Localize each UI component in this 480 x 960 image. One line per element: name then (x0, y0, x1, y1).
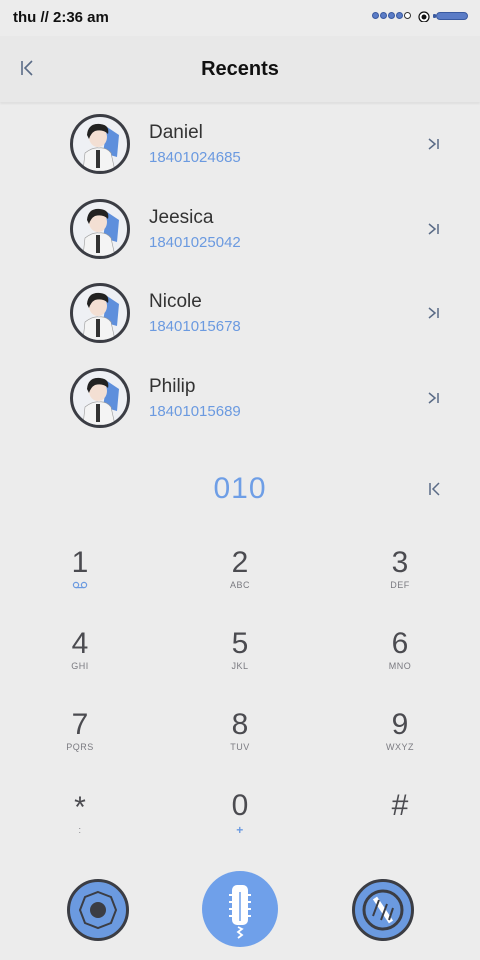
key-6[interactable]: 6 MNO (340, 628, 460, 698)
avatar (70, 368, 130, 428)
key-letters: + (236, 823, 244, 837)
contact-number: 18401024685 (149, 149, 241, 166)
call-arrow-icon[interactable] (426, 136, 442, 152)
voicemail-icon (72, 581, 88, 589)
key-digit: 8 (231, 708, 249, 741)
key-3[interactable]: 3 DEF (340, 547, 460, 617)
key-digit: 7 (71, 708, 89, 741)
battery-icon (433, 12, 468, 20)
key-letters: : (78, 825, 82, 835)
key-9[interactable]: 9 WXYZ (340, 709, 460, 779)
app-header: Recents (0, 36, 480, 102)
signal-strength-icon (372, 12, 411, 19)
no-pen-icon (362, 889, 404, 931)
page-title: Recents (201, 58, 279, 80)
microphone-button[interactable] (202, 871, 278, 947)
no-pen-button[interactable] (352, 879, 414, 941)
camera-shutter-icon (78, 890, 118, 930)
key-4[interactable]: 4 GHI (20, 628, 140, 698)
key-digit: # (391, 789, 409, 822)
call-arrow-icon[interactable] (426, 221, 442, 237)
recent-contact[interactable]: Daniel 18401024685 (0, 102, 480, 186)
key-hash[interactable]: # (340, 790, 460, 860)
key-digit: 3 (391, 546, 409, 579)
key-7[interactable]: 7 PQRS (20, 709, 140, 779)
key-star[interactable]: * : (20, 792, 140, 862)
avatar (70, 114, 130, 174)
status-time: thu // 2:36 am (13, 9, 109, 26)
avatar (70, 283, 130, 343)
key-letters: MNO (388, 661, 412, 671)
call-arrow-icon[interactable] (426, 390, 442, 406)
contact-name: Jeesica (149, 207, 214, 228)
status-bar: thu // 2:36 am (0, 0, 480, 36)
camera-shutter-button[interactable] (67, 879, 129, 941)
contact-name: Nicole (149, 291, 202, 312)
contact-number: 18401015689 (149, 403, 241, 420)
key-letters: DEF (390, 580, 410, 590)
key-1[interactable]: 1 (20, 547, 140, 617)
key-digit: 4 (71, 627, 89, 660)
key-letters: JKL (231, 661, 249, 671)
key-digit: 0 (231, 789, 249, 822)
key-letters: TUV (230, 742, 250, 752)
key-digit: 2 (231, 546, 249, 579)
key-letters: PQRS (66, 742, 94, 752)
contact-name: Daniel (149, 122, 203, 143)
avatar (70, 199, 130, 259)
contact-name: Philip (149, 376, 196, 397)
call-arrow-icon[interactable] (426, 305, 442, 321)
key-digit: 6 (391, 627, 409, 660)
contact-number: 18401025042 (149, 234, 241, 251)
recent-contact[interactable]: Nicole 18401015678 (0, 271, 480, 355)
microphone-icon (229, 885, 251, 939)
key-8[interactable]: 8 TUV (180, 709, 300, 779)
contact-number: 18401015678 (149, 318, 241, 335)
recent-contact[interactable]: Jeesica 18401025042 (0, 187, 480, 271)
key-0[interactable]: 0 + (180, 790, 300, 860)
key-digit: * (74, 791, 86, 824)
key-digit: 5 (231, 627, 249, 660)
wifi-icon (418, 11, 430, 22)
backspace-icon[interactable] (426, 480, 444, 498)
key-digit: 1 (71, 546, 89, 579)
recent-contact[interactable]: Philip 18401015689 (0, 356, 480, 440)
dialed-number-input[interactable]: 010 (0, 472, 480, 506)
key-5[interactable]: 5 JKL (180, 628, 300, 698)
key-letters: GHI (71, 661, 89, 671)
key-letters: ABC (229, 580, 250, 590)
key-letters: WXYZ (386, 742, 414, 752)
key-digit: 9 (391, 708, 409, 741)
key-2[interactable]: 2 ABC (180, 547, 300, 617)
